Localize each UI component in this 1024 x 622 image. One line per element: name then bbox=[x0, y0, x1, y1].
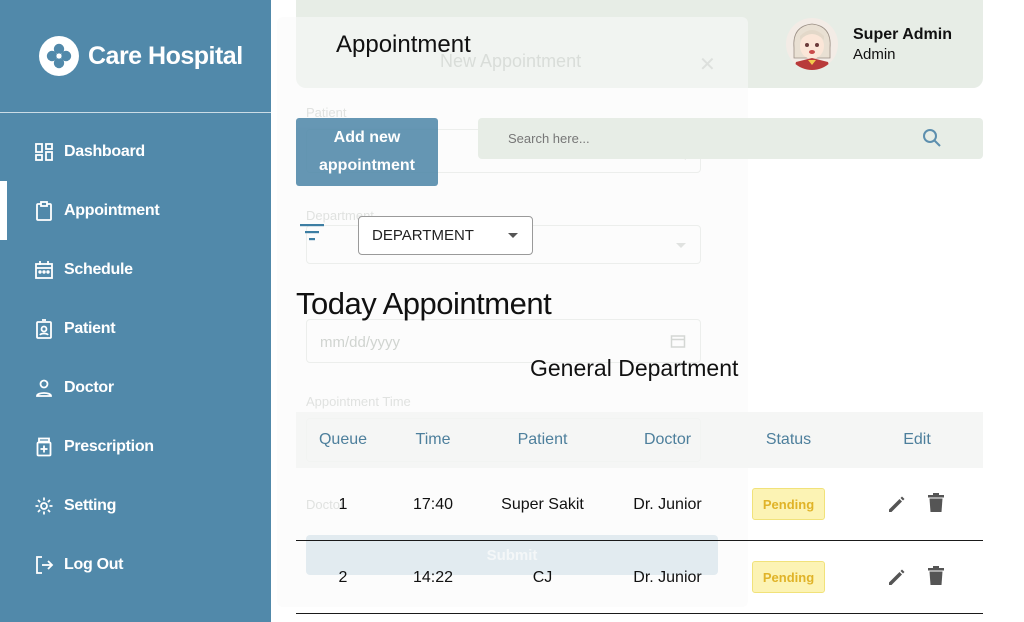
brand[interactable]: Care Hospital bbox=[39, 36, 243, 76]
add-button-label-line2: appointment bbox=[319, 157, 415, 174]
cell-doctor: Dr. Junior bbox=[633, 496, 702, 513]
sidebar-item-label: Setting bbox=[64, 496, 117, 514]
sidebar-item-patient[interactable]: Patient bbox=[0, 299, 271, 358]
user-name: Super Admin bbox=[853, 25, 952, 43]
chevron-down-icon bbox=[508, 233, 518, 238]
table-header: Queue Time Patient Doctor Status Edit bbox=[296, 412, 983, 468]
department-select-value: DEPARTMENT bbox=[372, 227, 474, 244]
gear-icon bbox=[34, 496, 54, 516]
brand-name: Care Hospital bbox=[88, 41, 243, 70]
table-row: 2 14:22 CJ Dr. Junior Pending bbox=[296, 541, 983, 614]
column-header-queue: Queue bbox=[318, 431, 368, 448]
sidebar-item-label: Prescription bbox=[64, 437, 154, 455]
sidebar-item-setting[interactable]: Setting bbox=[0, 476, 271, 535]
column-header-edit: Edit bbox=[903, 431, 931, 448]
add-appointment-button[interactable]: Add new appointment bbox=[296, 118, 438, 186]
page-title: Appointment bbox=[336, 31, 471, 58]
sidebar-item-label: Patient bbox=[64, 319, 116, 337]
cell-queue: 2 bbox=[338, 569, 348, 586]
dashboard-icon bbox=[34, 142, 54, 162]
cell-patient: CJ bbox=[532, 569, 553, 586]
person-icon bbox=[34, 378, 54, 398]
chevron-down-icon bbox=[676, 243, 686, 248]
search-icon[interactable] bbox=[922, 128, 942, 148]
column-header-status: Status bbox=[765, 431, 812, 448]
search-input[interactable] bbox=[508, 118, 928, 159]
cell-time: 17:40 bbox=[412, 496, 454, 513]
sidebar: Care Hospital Dashboard Appointment Sche… bbox=[0, 0, 271, 622]
edit-icon[interactable] bbox=[887, 567, 907, 587]
sidebar-item-schedule[interactable]: Schedule bbox=[0, 240, 271, 299]
delete-icon[interactable] bbox=[928, 566, 944, 586]
patient-badge-icon bbox=[34, 318, 54, 339]
avatar bbox=[786, 18, 838, 70]
date-placeholder: mm/dd/yyyy bbox=[320, 334, 401, 351]
user-role: Admin bbox=[853, 45, 896, 63]
appointment-time-label: Appointment Time bbox=[306, 394, 411, 409]
prescription-icon bbox=[34, 437, 54, 457]
status-badge: Pending bbox=[752, 561, 825, 593]
sidebar-item-label: Schedule bbox=[64, 260, 133, 278]
delete-icon[interactable] bbox=[928, 493, 944, 513]
edit-icon[interactable] bbox=[887, 494, 907, 514]
sidebar-item-prescription[interactable]: Prescription bbox=[0, 417, 271, 476]
sidebar-item-appointment[interactable]: Appointment bbox=[0, 181, 271, 240]
sidebar-item-label: Appointment bbox=[64, 201, 160, 219]
status-badge: Pending bbox=[752, 488, 825, 520]
filter-icon[interactable] bbox=[300, 222, 326, 242]
department-select[interactable]: DEPARTMENT bbox=[358, 216, 533, 255]
sidebar-item-label: Log Out bbox=[64, 555, 124, 573]
calendar-icon bbox=[670, 335, 686, 348]
sidebar-nav: Dashboard Appointment Schedule Patient D… bbox=[0, 122, 271, 594]
sidebar-item-label: Doctor bbox=[64, 378, 114, 396]
sidebar-item-label: Dashboard bbox=[64, 142, 145, 160]
calendar-icon bbox=[34, 260, 54, 280]
department-title: General Department bbox=[530, 355, 739, 381]
cell-doctor: Dr. Junior bbox=[633, 569, 702, 586]
section-title: Today Appointment bbox=[296, 286, 552, 321]
cell-time: 14:22 bbox=[412, 569, 454, 586]
search-bar bbox=[478, 118, 983, 159]
hospital-logo-icon bbox=[39, 36, 79, 76]
sidebar-item-doctor[interactable]: Doctor bbox=[0, 358, 271, 417]
sidebar-item-dashboard[interactable]: Dashboard bbox=[0, 122, 271, 181]
column-header-doctor: Doctor bbox=[643, 431, 692, 448]
logout-icon bbox=[34, 555, 54, 575]
sidebar-divider bbox=[0, 112, 271, 113]
close-icon[interactable]: ✕ bbox=[699, 52, 716, 77]
column-header-patient: Patient bbox=[517, 431, 568, 448]
add-button-label-line1: Add new bbox=[333, 129, 401, 146]
user-profile[interactable]: Super Admin Admin bbox=[786, 18, 952, 70]
sidebar-item-logout[interactable]: Log Out bbox=[0, 535, 271, 594]
cell-queue: 1 bbox=[338, 496, 348, 513]
clipboard-icon bbox=[34, 200, 54, 221]
cell-patient: Super Sakit bbox=[501, 496, 584, 513]
column-header-time: Time bbox=[415, 431, 451, 448]
table-row: 1 17:40 Super Sakit Dr. Junior Pending bbox=[296, 468, 983, 541]
appointments-table: Queue Time Patient Doctor Status Edit 1 … bbox=[296, 412, 983, 614]
